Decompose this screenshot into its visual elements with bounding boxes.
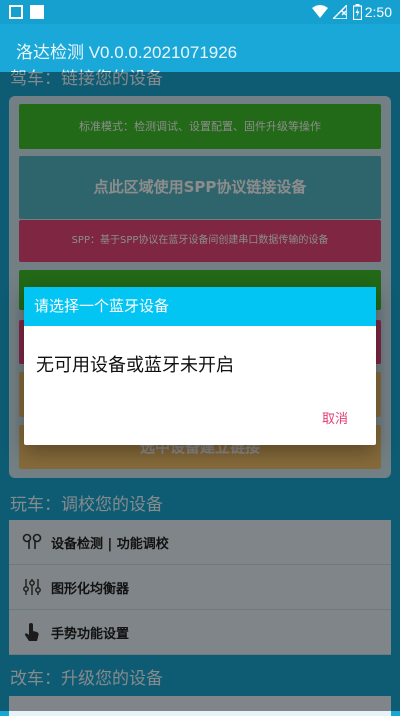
battery-icon	[353, 4, 362, 20]
dialog-title: 请选择一个蓝牙设备	[24, 287, 376, 326]
status-bar: 2:50	[0, 0, 400, 24]
no-signal-icon	[333, 5, 347, 19]
notification-square-icon	[30, 5, 44, 19]
dialog-message: 无可用设备或蓝牙未开启	[36, 355, 234, 376]
cancel-button[interactable]: 取消	[322, 408, 348, 427]
app-title: 洛达检测 V0.0.0.2021071926	[16, 43, 238, 62]
notification-icon	[9, 5, 23, 19]
bluetooth-select-dialog: 请选择一个蓝牙设备 无可用设备或蓝牙未开启 取消	[24, 287, 376, 445]
clock: 2:50	[364, 4, 392, 20]
wifi-icon	[312, 5, 328, 18]
